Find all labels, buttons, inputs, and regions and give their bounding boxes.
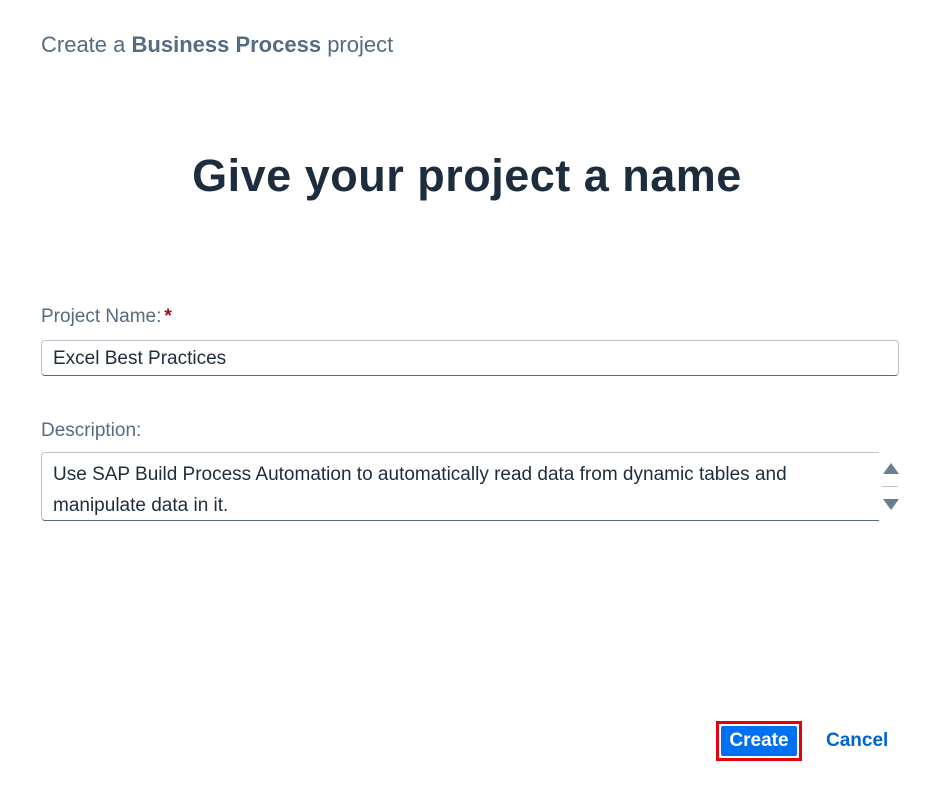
project-name-label: Project Name: * — [41, 306, 172, 328]
header-project-type: Business Process — [131, 32, 322, 57]
scroll-down-icon[interactable] — [883, 499, 899, 510]
page-title: Give your project a name — [192, 150, 742, 201]
create-button-label: Create — [721, 726, 797, 756]
dialog-header: Create a Business Process project — [41, 32, 393, 58]
project-name-input[interactable]: Excel Best Practices — [41, 340, 899, 376]
required-indicator: * — [164, 306, 172, 327]
description-label: Description: — [41, 420, 142, 441]
scroll-divider — [882, 486, 898, 487]
cancel-button[interactable]: Cancel — [818, 726, 896, 756]
description-textarea[interactable]: Use SAP Build Process Automation to auto… — [41, 452, 879, 521]
description-scroll-controls — [880, 460, 900, 516]
header-prefix: Create a — [41, 32, 126, 57]
header-suffix: project — [327, 32, 394, 57]
scroll-up-icon[interactable] — [883, 463, 899, 474]
create-button[interactable]: Create — [716, 721, 802, 761]
project-name-label-text: Project Name: — [41, 306, 162, 327]
